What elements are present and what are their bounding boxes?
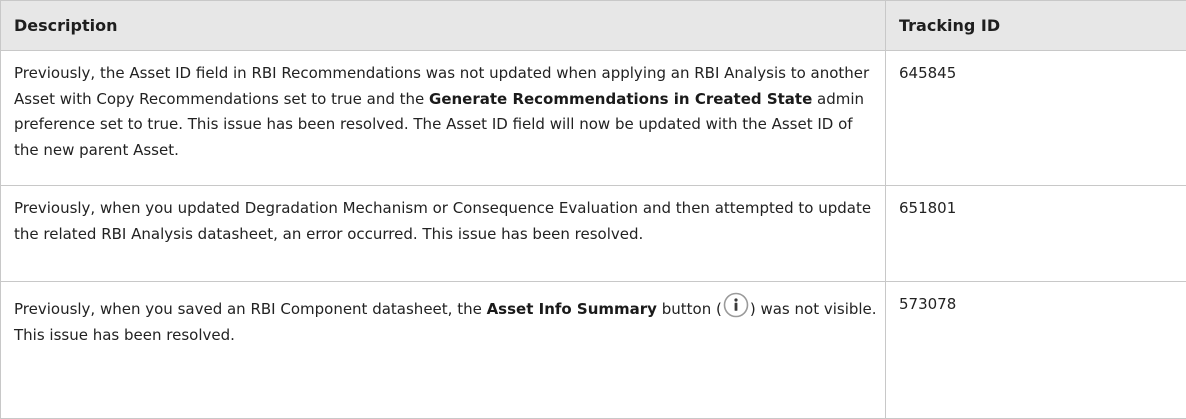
table-row: Previously, when you saved an RBI Compon… <box>1 282 1186 419</box>
description-text: Previously, when you saved an RBI Compon… <box>14 300 487 318</box>
description-cell: Previously, when you saved an RBI Compon… <box>1 282 886 419</box>
column-header-tracking-id: Tracking ID <box>886 1 1186 51</box>
table-header-row: Description Tracking ID <box>1 1 1186 51</box>
table-row: Previously, the Asset ID field in RBI Re… <box>1 51 1186 186</box>
tracking-id-cell: 645845 <box>886 51 1186 186</box>
info-circle-icon <box>723 292 749 318</box>
tracking-id-cell: 651801 <box>886 186 1186 282</box>
description-cell: Previously, when you updated Degradation… <box>1 186 886 282</box>
column-header-description: Description <box>1 1 886 51</box>
release-notes-table: Description Tracking ID Previously, the … <box>0 0 1186 419</box>
tracking-id-cell: 573078 <box>886 282 1186 419</box>
bold-term: Asset Info Summary <box>487 300 657 318</box>
description-text: button ( <box>657 300 722 318</box>
table-row: Previously, when you updated Degradation… <box>1 186 1186 282</box>
description-cell: Previously, the Asset ID field in RBI Re… <box>1 51 886 186</box>
bold-term: Generate Recommendations in Created Stat… <box>429 90 812 108</box>
